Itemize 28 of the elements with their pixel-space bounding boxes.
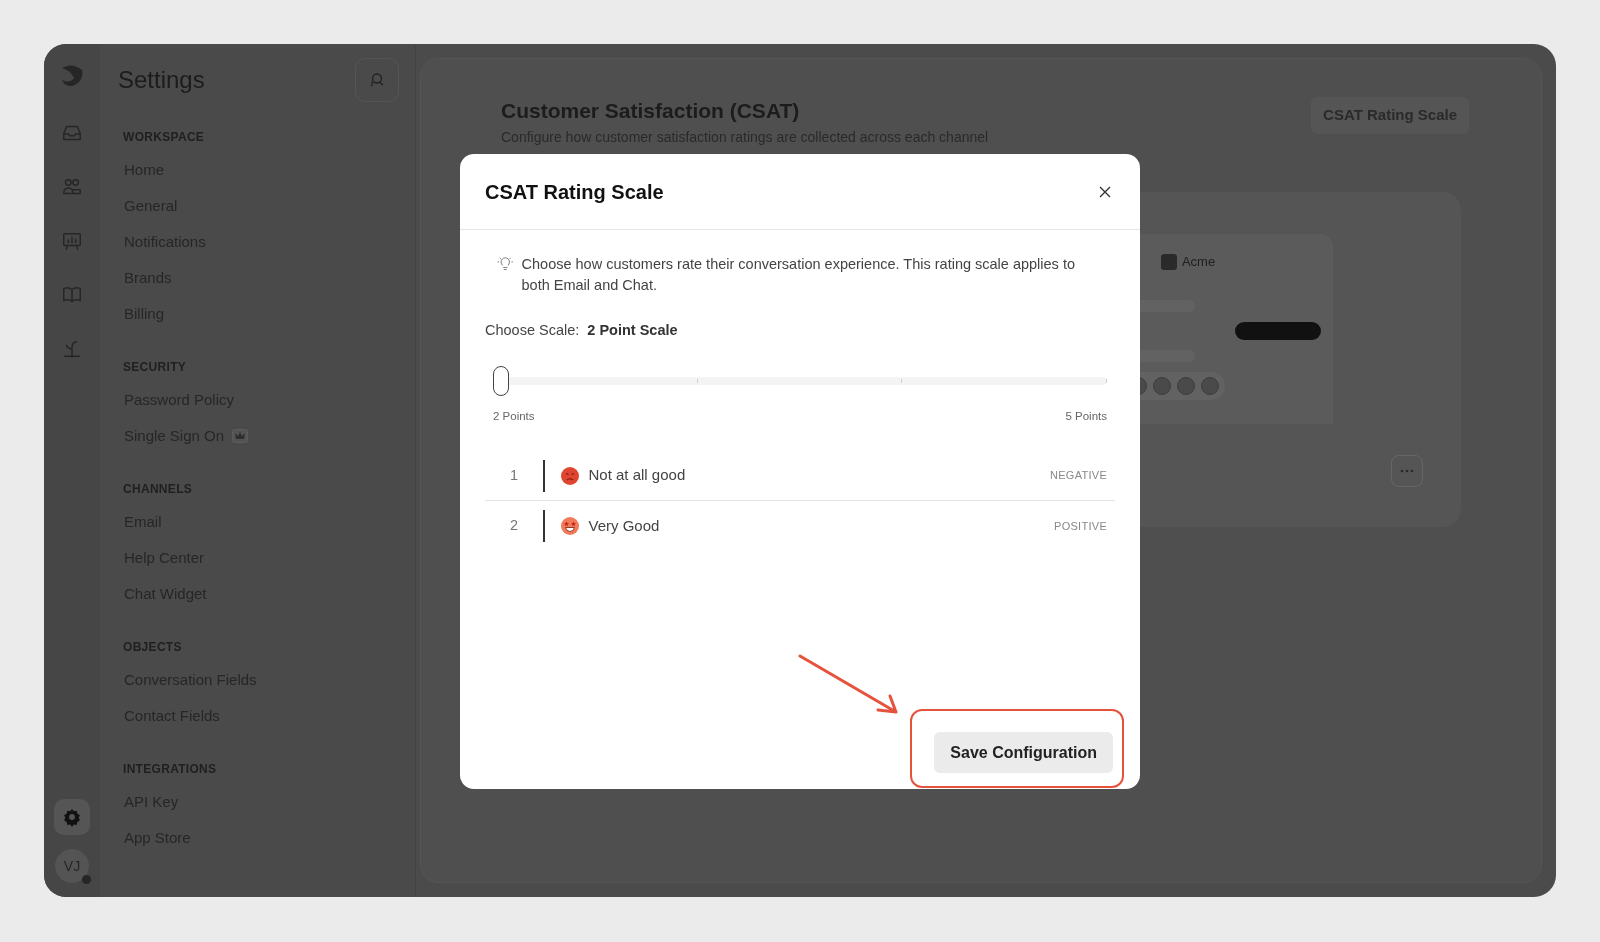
rating-number: 2 bbox=[508, 516, 520, 536]
scale-value: 2 Point Scale bbox=[587, 321, 678, 340]
slider-thumb[interactable] bbox=[493, 365, 509, 396]
slider-min-label: 2 Points bbox=[493, 408, 535, 424]
more-icon bbox=[1400, 469, 1414, 473]
dialog-title: CSAT Rating Scale bbox=[485, 179, 664, 205]
search-icon bbox=[368, 71, 386, 89]
angry-face-icon bbox=[560, 466, 579, 485]
sprout-icon[interactable] bbox=[61, 338, 83, 360]
slider-max-label: 5 Points bbox=[1065, 408, 1107, 424]
rating-number: 1 bbox=[508, 465, 520, 485]
sentiment-label: POSITIVE bbox=[1054, 518, 1107, 534]
rating-label: Very Good bbox=[588, 515, 661, 536]
star-eyes-face-icon bbox=[560, 517, 579, 535]
rating-label: Not at all good bbox=[588, 465, 687, 486]
close-icon bbox=[1099, 185, 1111, 198]
settings-button[interactable] bbox=[54, 799, 90, 835]
scale-slider[interactable] bbox=[493, 365, 1107, 396]
scale-label: Choose Scale: bbox=[485, 321, 580, 340]
brand-name: Acme bbox=[1181, 253, 1216, 271]
sentiment-label: NEGATIVE bbox=[1050, 468, 1107, 484]
dialog-hint: Choose how customers rate their conversation experience. This rating scale applies to both Email and Chat. bbox=[521, 255, 1076, 295]
settings-icon bbox=[62, 807, 82, 827]
search-button[interactable] bbox=[355, 58, 399, 102]
save-configuration-button[interactable]: Save Configuration bbox=[934, 732, 1113, 773]
brand-logo-icon bbox=[1160, 253, 1177, 270]
more-button[interactable] bbox=[1391, 455, 1423, 487]
chart-board-icon[interactable] bbox=[61, 230, 83, 252]
